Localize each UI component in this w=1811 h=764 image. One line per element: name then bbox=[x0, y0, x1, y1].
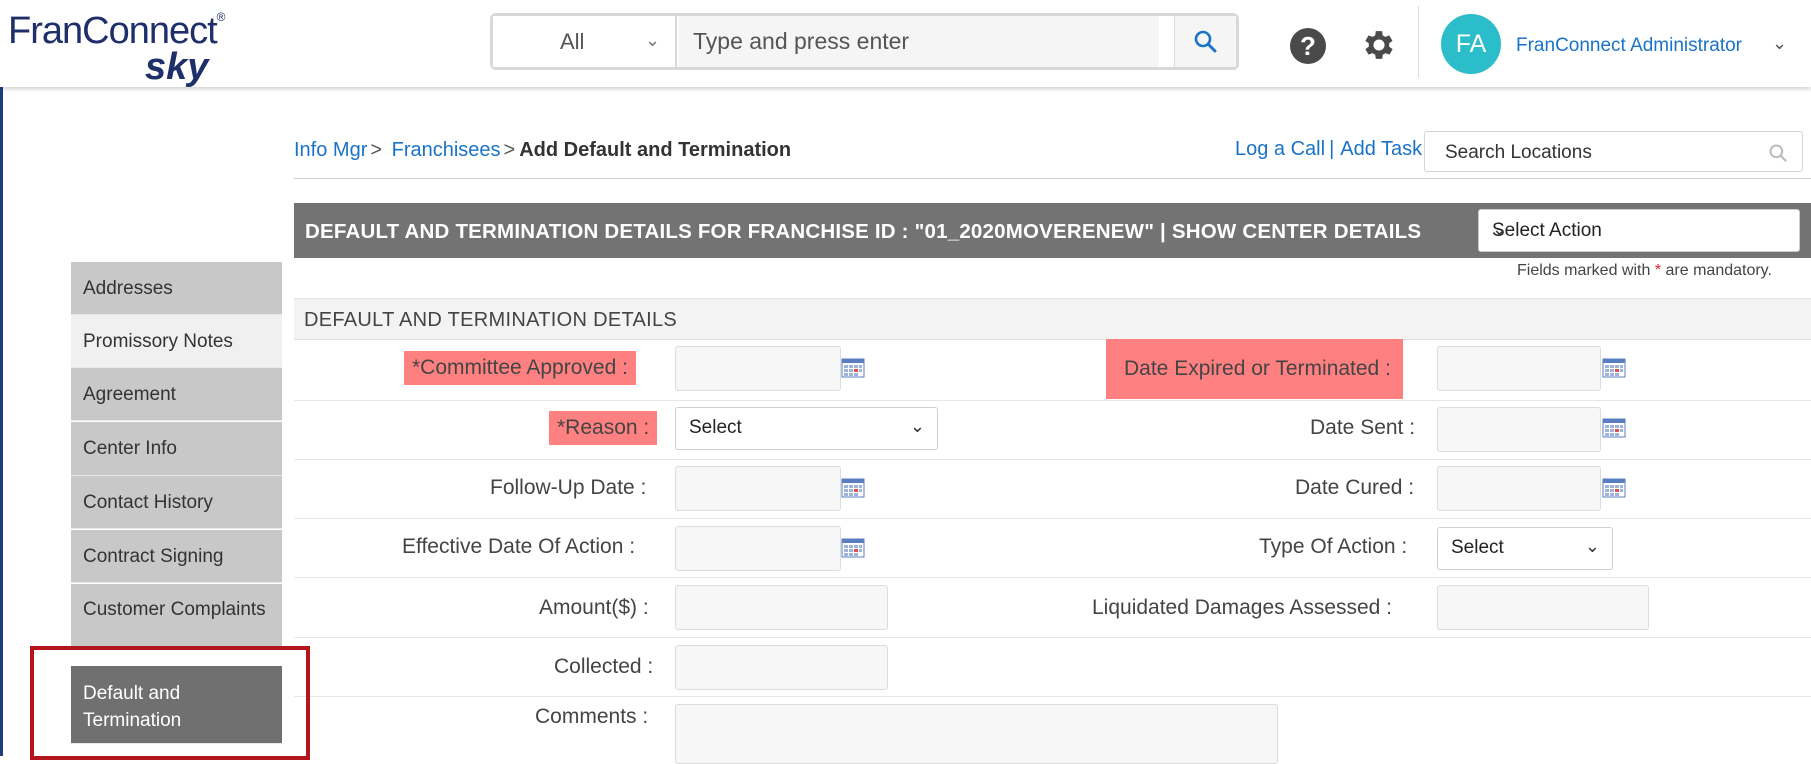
row-divider bbox=[294, 400, 1811, 401]
row-divider bbox=[294, 577, 1811, 578]
follow-up-date-field[interactable] bbox=[675, 466, 841, 511]
comments-textarea[interactable] bbox=[675, 704, 1278, 764]
nav-item-center-info[interactable]: Center Info bbox=[71, 422, 282, 476]
section-header: DEFAULT AND TERMINATION DETAILS bbox=[294, 298, 1811, 340]
date-expired-field[interactable] bbox=[1437, 346, 1601, 391]
effective-date-field[interactable] bbox=[675, 526, 841, 571]
date-expired-label: Date Expired or Terminated : bbox=[1106, 339, 1403, 399]
search-button[interactable] bbox=[1174, 16, 1236, 67]
committee-approved-label: *Committee Approved : bbox=[404, 351, 636, 385]
reason-select[interactable]: Select ⌄ bbox=[675, 407, 938, 450]
nav-item-addresses[interactable]: Addresses bbox=[71, 262, 282, 315]
chevron-down-icon: ⌄ bbox=[645, 30, 661, 50]
chevron-down-icon[interactable]: ⌄ bbox=[1772, 33, 1787, 54]
help-icon[interactable]: ? bbox=[1290, 28, 1326, 64]
avatar[interactable]: FA bbox=[1441, 14, 1501, 74]
nav-item-contact-history[interactable]: Contact History bbox=[71, 476, 282, 529]
header-divider bbox=[1418, 6, 1419, 78]
row-divider bbox=[294, 637, 1811, 638]
mandatory-prefix: Fields marked with bbox=[1517, 262, 1651, 279]
calendar-icon[interactable] bbox=[841, 478, 865, 498]
calendar-icon[interactable] bbox=[841, 538, 865, 558]
search-icon bbox=[1194, 30, 1217, 53]
date-sent-label: Date Sent : bbox=[1310, 416, 1416, 439]
annotation-highlight-box bbox=[30, 646, 310, 760]
row-divider bbox=[294, 518, 1811, 519]
left-edge-accent bbox=[0, 87, 3, 756]
breadcrumb-franchisees[interactable]: Franchisees bbox=[392, 139, 501, 161]
breadcrumb-current: Add Default and Termination bbox=[519, 139, 792, 161]
mandatory-note: Fields marked with * are mandatory. bbox=[1517, 262, 1772, 280]
follow-up-date-label: Follow-Up Date : bbox=[490, 476, 647, 499]
franconnect-sky-logo[interactable]: FranConnect® sky bbox=[8, 8, 248, 88]
type-of-action-label: Type Of Action : bbox=[1259, 535, 1408, 558]
nav-item-contract-signing[interactable]: Contract Signing bbox=[71, 530, 282, 583]
mandatory-star: * bbox=[1654, 262, 1662, 279]
nav-item-customer-complaints[interactable]: Customer Complaints bbox=[71, 584, 282, 647]
calendar-icon[interactable] bbox=[1602, 418, 1626, 438]
search-scope-value: All bbox=[560, 29, 585, 54]
committee-approved-field[interactable] bbox=[675, 346, 841, 391]
global-search: All ⌄ bbox=[490, 13, 1239, 70]
location-search-placeholder: Search Locations bbox=[1445, 142, 1592, 163]
breadcrumb-divider bbox=[294, 178, 1811, 179]
location-search-input[interactable]: Search Locations bbox=[1424, 131, 1803, 172]
breadcrumb-separator: > bbox=[503, 139, 516, 161]
calendar-icon[interactable] bbox=[1602, 358, 1626, 378]
select-action-dropdown[interactable]: Select Action ⌄ bbox=[1478, 209, 1800, 252]
collected-label: Collected : bbox=[554, 655, 654, 678]
breadcrumb: Info Mgr > Franchisees > Add Default and Te… bbox=[294, 139, 791, 162]
search-icon[interactable] bbox=[1768, 143, 1788, 163]
chevron-down-icon: ⌄ bbox=[1584, 536, 1600, 556]
row-divider bbox=[294, 459, 1811, 460]
liquidated-damages-label: Liquidated Damages Assessed : bbox=[1092, 596, 1393, 619]
collected-field[interactable] bbox=[675, 645, 888, 690]
mandatory-suffix: are mandatory. bbox=[1665, 262, 1772, 279]
chevron-down-icon: ⌄ bbox=[1492, 219, 1508, 239]
breadcrumb-separator: > bbox=[370, 139, 383, 161]
liquidated-damages-field[interactable] bbox=[1437, 585, 1649, 630]
top-bar: FranConnect® sky All ⌄ ? FA FranConnect … bbox=[0, 0, 1811, 88]
calendar-icon[interactable] bbox=[1602, 478, 1626, 498]
effective-date-label: Effective Date Of Action : bbox=[402, 535, 636, 558]
comments-label: Comments : bbox=[535, 705, 649, 728]
search-input[interactable] bbox=[679, 16, 1159, 67]
reason-label: *Reason : bbox=[549, 411, 658, 445]
calendar-icon[interactable] bbox=[841, 358, 865, 378]
nav-item-promissory-notes[interactable]: Promissory Notes bbox=[71, 315, 282, 368]
link-separator: | bbox=[1329, 138, 1335, 160]
date-cured-label: Date Cured : bbox=[1295, 476, 1415, 499]
date-sent-field[interactable] bbox=[1437, 407, 1601, 452]
amount-label: Amount($) : bbox=[539, 596, 649, 619]
user-name[interactable]: FranConnect Administrator bbox=[1516, 35, 1742, 57]
search-scope-select[interactable]: All ⌄ bbox=[493, 16, 677, 67]
chevron-down-icon: ⌄ bbox=[909, 416, 925, 436]
logo-text-bottom: sky bbox=[145, 46, 209, 88]
type-of-action-value: Select bbox=[1451, 537, 1504, 558]
date-cured-field[interactable] bbox=[1437, 466, 1601, 511]
details-title[interactable]: DEFAULT AND TERMINATION DETAILS FOR FRAN… bbox=[305, 220, 1421, 244]
logo-registered-mark: ® bbox=[216, 10, 226, 24]
log-a-call-link[interactable]: Log a Call bbox=[1235, 138, 1325, 160]
reason-select-value: Select bbox=[689, 417, 742, 438]
add-task-link[interactable]: Add Task bbox=[1340, 138, 1422, 160]
row-divider bbox=[294, 696, 1811, 697]
amount-field[interactable] bbox=[675, 585, 888, 630]
nav-item-agreement[interactable]: Agreement bbox=[71, 368, 282, 421]
quick-links: Log a Call | Add Task bbox=[1235, 138, 1422, 161]
gear-icon[interactable] bbox=[1360, 26, 1398, 64]
section-title: DEFAULT AND TERMINATION DETAILS bbox=[304, 309, 678, 331]
type-of-action-select[interactable]: Select ⌄ bbox=[1437, 527, 1613, 570]
breadcrumb-info-mgr[interactable]: Info Mgr bbox=[294, 139, 367, 161]
